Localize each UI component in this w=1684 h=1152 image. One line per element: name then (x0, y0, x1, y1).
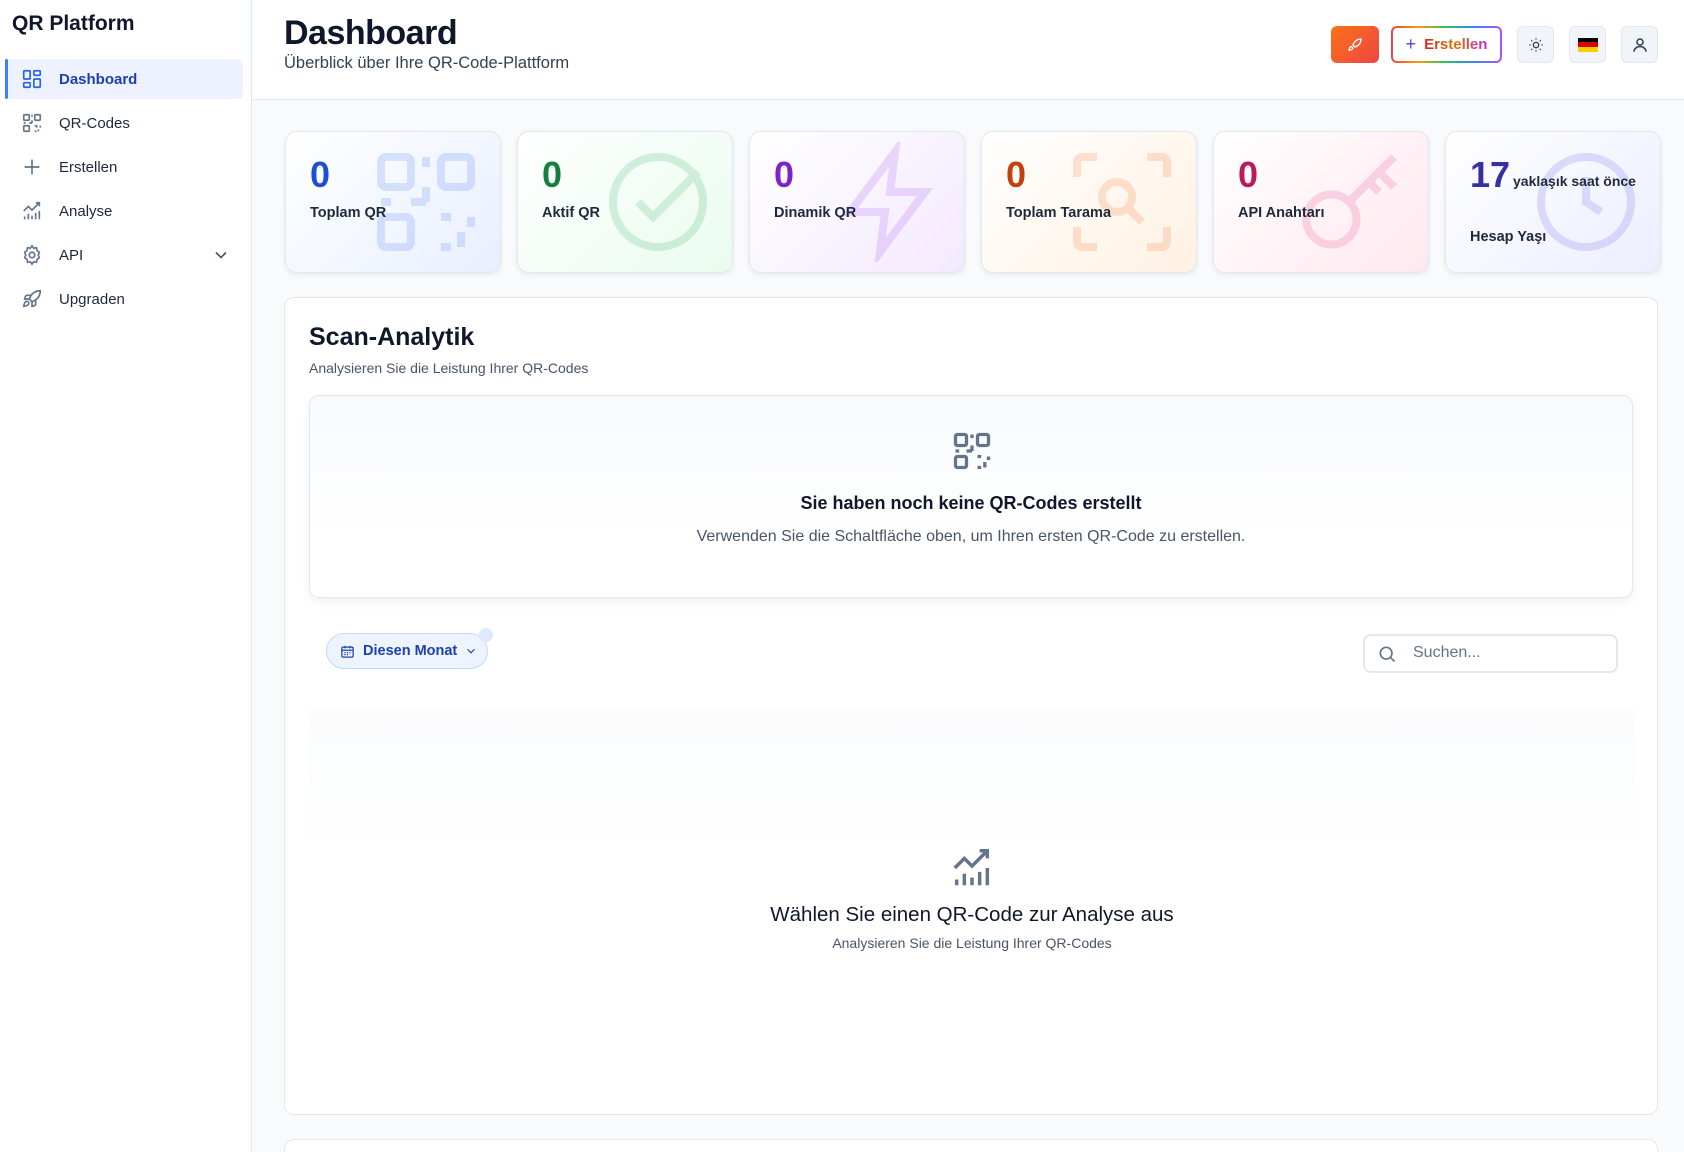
search-input[interactable] (1413, 644, 1603, 662)
scan-icon (1073, 153, 1171, 251)
user-menu-button[interactable] (1621, 26, 1658, 63)
user-icon (1632, 37, 1647, 52)
stat-unit: yaklaşık saat önce (1513, 173, 1636, 189)
stat-card-total-qr[interactable]: 0 Toplam QR (285, 131, 501, 273)
search-icon (1379, 646, 1396, 663)
sidebar-item-dashboard[interactable]: Dashboard (5, 59, 243, 99)
sidebar-item-label: API (59, 246, 84, 264)
sidebar: QR Platform Dashboard QR-Codes Erstellen… (0, 0, 252, 1152)
stat-value: 0 (774, 154, 795, 195)
top-header: Dashboard Überblick über Ihre QR-Code-Pl… (253, 0, 1684, 100)
plus-icon: + (1405, 34, 1417, 54)
period-select-label: Diesen Monat (363, 643, 458, 659)
key-icon (1302, 154, 1397, 249)
german-flag-icon (1577, 37, 1598, 52)
period-select-button[interactable]: Diesen Monat (326, 628, 493, 669)
rocket-icon (21, 288, 43, 310)
chart-empty-subtitle: Analysieren Sie die Leistung Ihrer QR-Co… (832, 935, 1112, 951)
plus-icon (21, 156, 43, 178)
create-button-label: Erstellen (1424, 36, 1488, 53)
indicator-dot (479, 628, 493, 642)
stat-card-dynamic-qr[interactable]: 0 Dinamik QR (749, 131, 965, 273)
chart-icon (21, 200, 43, 222)
stat-label: Aktif QR (542, 205, 600, 221)
empty-state-title: Sie haben noch keine QR-Codes erstellt (800, 493, 1142, 513)
sidebar-item-analyse[interactable]: Analyse (5, 191, 243, 231)
scan-analytics-panel: Scan-Analytik Analysieren Sie die Leistu… (284, 297, 1658, 1115)
page-subtitle: Überblick über Ihre QR-Code-Plattform (284, 54, 570, 72)
panel-subtitle: Analysieren Sie die Leistung Ihrer QR-Co… (309, 360, 589, 376)
stat-label: Toplam QR (310, 205, 387, 221)
stat-card-active-qr[interactable]: 0 Aktif QR (517, 131, 733, 273)
chevron-down-icon[interactable] (211, 245, 231, 265)
secondary-panel (284, 1139, 1658, 1152)
sun-icon (1528, 37, 1543, 52)
sidebar-item-label: Dashboard (59, 70, 138, 88)
theme-toggle-button[interactable] (1517, 26, 1554, 63)
upgrade-rocket-button[interactable] (1331, 26, 1379, 63)
stat-label: API Anahtarı (1238, 205, 1325, 221)
qr-code-icon (377, 153, 475, 251)
dashboard-icon (21, 68, 43, 90)
chart-empty-title: Wählen Sie einen QR-Code zur Analyse aus (770, 903, 1174, 926)
page-title: Dashboard (284, 14, 458, 52)
stat-label: Hesap Yaşı (1470, 229, 1547, 245)
rocket-icon (1348, 37, 1362, 51)
sidebar-nav: Dashboard QR-Codes Erstellen Analyse API (5, 59, 243, 323)
analytics-chart-area: Wählen Sie einen QR-Code zur Analyse aus… (309, 708, 1635, 1092)
language-button[interactable] (1569, 26, 1606, 63)
stat-card-total-scans[interactable]: 0 Toplam Tarama (981, 131, 1197, 273)
sidebar-item-upgraden[interactable]: Upgraden (5, 279, 243, 319)
search-field[interactable] (1363, 634, 1618, 673)
panel-title: Scan-Analytik (309, 323, 475, 351)
gear-icon (21, 244, 43, 266)
chevron-down-icon (467, 648, 476, 654)
sidebar-item-erstellen[interactable]: Erstellen (5, 147, 243, 187)
stat-card-account-age[interactable]: 17 yaklaşık saat önce Hesap Yaşı (1445, 131, 1661, 273)
empty-state-card: Sie haben noch keine QR-Codes erstellt V… (309, 395, 1633, 598)
stat-label: Toplam Tarama (1006, 205, 1112, 221)
stat-value: 0 (310, 154, 331, 195)
stat-value: 0 (1006, 154, 1027, 195)
calendar-icon (341, 645, 354, 658)
empty-state-text: Verwenden Sie die Schaltfläche oben, um … (696, 528, 1246, 545)
stat-label: Dinamik QR (774, 205, 857, 221)
qr-code-icon (953, 432, 991, 470)
stat-card-api-keys[interactable]: 0 API Anahtarı (1213, 131, 1429, 273)
sidebar-item-api[interactable]: API (5, 235, 243, 275)
create-button[interactable]: + Erstellen (1391, 26, 1502, 63)
lightning-icon (842, 142, 933, 262)
sidebar-item-label: Erstellen (59, 158, 118, 176)
check-circle-icon (609, 153, 707, 251)
sidebar-item-label: QR-Codes (59, 114, 130, 132)
qr-code-icon (21, 112, 43, 134)
brand-title: QR Platform (12, 12, 135, 35)
stat-value: 0 (542, 154, 563, 195)
sidebar-item-label: Upgraden (59, 290, 125, 308)
analytics-chart-icon (953, 849, 990, 886)
sidebar-item-label: Analyse (59, 202, 113, 220)
sidebar-item-qr-codes[interactable]: QR-Codes (5, 103, 243, 143)
stat-value: 0 (1238, 154, 1259, 195)
